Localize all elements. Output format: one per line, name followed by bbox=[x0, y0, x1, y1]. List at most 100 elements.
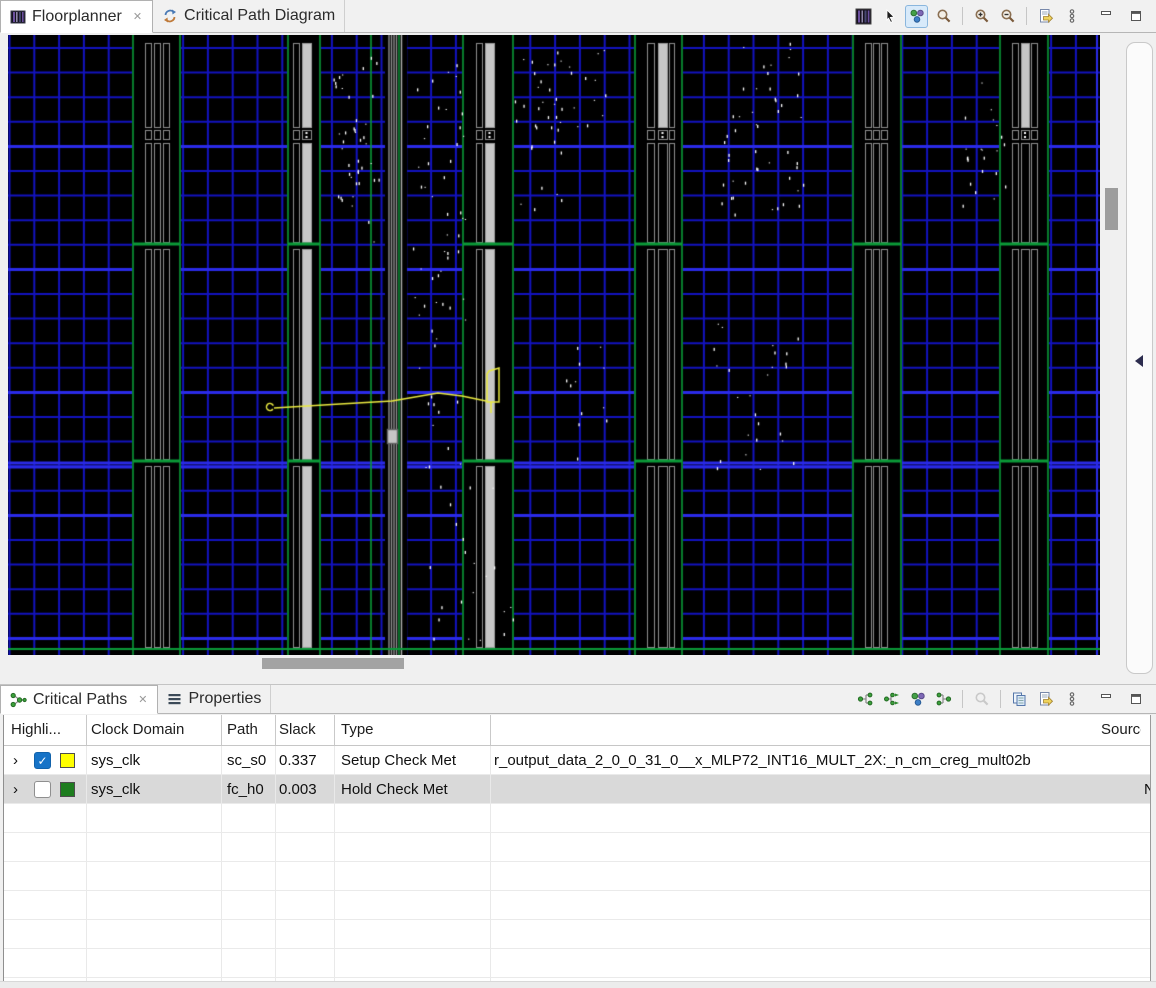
properties-icon bbox=[167, 691, 182, 707]
cursor-icon bbox=[882, 8, 898, 24]
zoom-out-icon bbox=[1000, 8, 1016, 24]
minimize-icon bbox=[1099, 9, 1113, 23]
table-row[interactable]: ›sys_clkfc_h00.003Hold Check MetN bbox=[4, 775, 1150, 804]
app-window: Floorplanner ✕ Critical Path Diagram bbox=[0, 0, 1156, 988]
cell-source: N bbox=[1144, 781, 1151, 798]
toolbar-separator bbox=[962, 7, 963, 25]
collapse-left-icon[interactable] bbox=[1135, 355, 1143, 367]
row-expander-icon[interactable]: › bbox=[13, 746, 18, 775]
minimap-icon bbox=[855, 8, 872, 25]
highlight-checkbox[interactable] bbox=[34, 781, 51, 798]
magnifier-icon bbox=[936, 8, 952, 24]
floorplanner-view bbox=[0, 33, 1156, 684]
table-empty-row bbox=[4, 920, 1150, 949]
view-menu-button[interactable] bbox=[1061, 6, 1082, 27]
zoom-in-icon bbox=[974, 8, 990, 24]
column-header-clock-domain[interactable]: Clock Domain bbox=[91, 715, 184, 745]
collapse-paths-button[interactable] bbox=[933, 689, 954, 710]
bottom-edge-strip bbox=[0, 981, 1156, 988]
table-empty-row bbox=[4, 949, 1150, 978]
column-header-highlight[interactable]: Highli... bbox=[11, 715, 61, 745]
zoom-box-button[interactable] bbox=[933, 6, 954, 27]
tab-label: Critical Paths bbox=[33, 691, 127, 709]
floorplanner-toolbar bbox=[853, 0, 1156, 32]
panel-tab-bar: Critical Paths ✕ Properties bbox=[0, 684, 1156, 714]
copy-icon bbox=[1011, 691, 1028, 707]
column-header-path[interactable]: Path bbox=[227, 715, 258, 745]
table-body: ›✓sys_clksc_s00.337Setup Check Metr_outp… bbox=[4, 746, 1150, 988]
critical-paths-circles-icon bbox=[909, 8, 925, 24]
cell-clock-domain: sys_clk bbox=[91, 775, 140, 804]
critical-path-diagram-icon bbox=[162, 8, 178, 24]
floorplan-canvas[interactable] bbox=[8, 35, 1100, 655]
column-header-type[interactable]: Type bbox=[341, 715, 374, 745]
maximize-button[interactable] bbox=[1125, 689, 1146, 710]
view-menu-button[interactable] bbox=[1061, 689, 1082, 710]
table-empty-row bbox=[4, 862, 1150, 891]
tab-label: Floorplanner bbox=[32, 8, 122, 26]
maximize-button[interactable] bbox=[1125, 6, 1146, 27]
show-critical-paths-button[interactable] bbox=[905, 5, 928, 28]
table-row[interactable]: ›✓sys_clksc_s00.337Setup Check Metr_outp… bbox=[4, 746, 1150, 775]
expand-target-paths-icon bbox=[883, 691, 900, 707]
copy-button[interactable] bbox=[1009, 689, 1030, 710]
maximize-icon bbox=[1129, 692, 1143, 706]
highlight-checkbox[interactable]: ✓ bbox=[34, 752, 51, 769]
export-view-button[interactable] bbox=[1035, 6, 1056, 27]
close-icon[interactable]: ✕ bbox=[137, 692, 148, 707]
tab-label: Properties bbox=[188, 690, 261, 708]
floorplanner-icon bbox=[10, 9, 26, 25]
minimize-button[interactable] bbox=[1095, 689, 1116, 710]
expand-target-paths-button[interactable] bbox=[881, 689, 902, 710]
zoom-out-button[interactable] bbox=[997, 6, 1018, 27]
path-color-swatch[interactable] bbox=[60, 753, 75, 768]
table-empty-row bbox=[4, 833, 1150, 862]
view-window-buttons bbox=[1095, 689, 1146, 710]
tab-floorplanner[interactable]: Floorplanner ✕ bbox=[0, 0, 153, 33]
export-view-button[interactable] bbox=[1035, 689, 1056, 710]
minimap-button[interactable] bbox=[853, 6, 874, 27]
expand-source-paths-button[interactable] bbox=[855, 689, 876, 710]
column-header-source[interactable]: Source bbox=[1101, 715, 1141, 745]
search-button[interactable] bbox=[971, 689, 992, 710]
expand-source-paths-icon bbox=[857, 691, 874, 707]
path-color-swatch[interactable] bbox=[60, 782, 75, 797]
editor-tab-bar: Floorplanner ✕ Critical Path Diagram bbox=[0, 0, 1156, 33]
view-window-buttons bbox=[1095, 6, 1146, 27]
show-critical-paths-button[interactable] bbox=[907, 689, 928, 710]
cell-type: Hold Check Met bbox=[341, 775, 448, 804]
critical-paths-toolbar bbox=[855, 685, 1156, 713]
vertical-scrollbar-thumb[interactable] bbox=[1105, 188, 1118, 230]
cell-path: sc_s0 bbox=[227, 746, 266, 775]
cursor-select-button[interactable] bbox=[879, 6, 900, 27]
view-menu-icon bbox=[1064, 691, 1080, 707]
minimize-button[interactable] bbox=[1095, 6, 1116, 27]
tab-label: Critical Path Diagram bbox=[184, 7, 335, 25]
cell-slack: 0.003 bbox=[279, 775, 317, 804]
tab-critical-path-diagram[interactable]: Critical Path Diagram bbox=[153, 0, 345, 32]
table-empty-row bbox=[4, 891, 1150, 920]
maximize-icon bbox=[1129, 9, 1143, 23]
row-expander-icon[interactable]: › bbox=[13, 775, 18, 804]
column-header-slack[interactable]: Slack bbox=[279, 715, 316, 745]
search-icon bbox=[974, 691, 990, 707]
critical-paths-icon bbox=[10, 692, 27, 708]
tab-properties[interactable]: Properties bbox=[158, 685, 271, 713]
export-icon bbox=[1037, 8, 1054, 24]
export-icon bbox=[1037, 691, 1054, 707]
table-header: Highli... Clock Domain Path Slack Type S… bbox=[4, 715, 1150, 746]
horizontal-scrollbar-thumb[interactable] bbox=[262, 658, 404, 669]
cell-clock-domain: sys_clk bbox=[91, 746, 140, 775]
collapsed-side-panel[interactable] bbox=[1126, 42, 1153, 674]
critical-paths-table: Highli... Clock Domain Path Slack Type S… bbox=[3, 715, 1151, 988]
table-empty-row bbox=[4, 804, 1150, 833]
critical-paths-circles-icon bbox=[910, 691, 926, 707]
cell-type: Setup Check Met bbox=[341, 746, 456, 775]
cell-source: r_output_data_2_0_0_31_0__x_MLP72_INT16_… bbox=[494, 752, 1031, 769]
toolbar-separator bbox=[1000, 690, 1001, 708]
close-icon[interactable]: ✕ bbox=[132, 9, 143, 24]
tab-critical-paths[interactable]: Critical Paths ✕ bbox=[0, 685, 158, 714]
zoom-in-button[interactable] bbox=[971, 6, 992, 27]
minimize-icon bbox=[1099, 692, 1113, 706]
toolbar-separator bbox=[1026, 7, 1027, 25]
